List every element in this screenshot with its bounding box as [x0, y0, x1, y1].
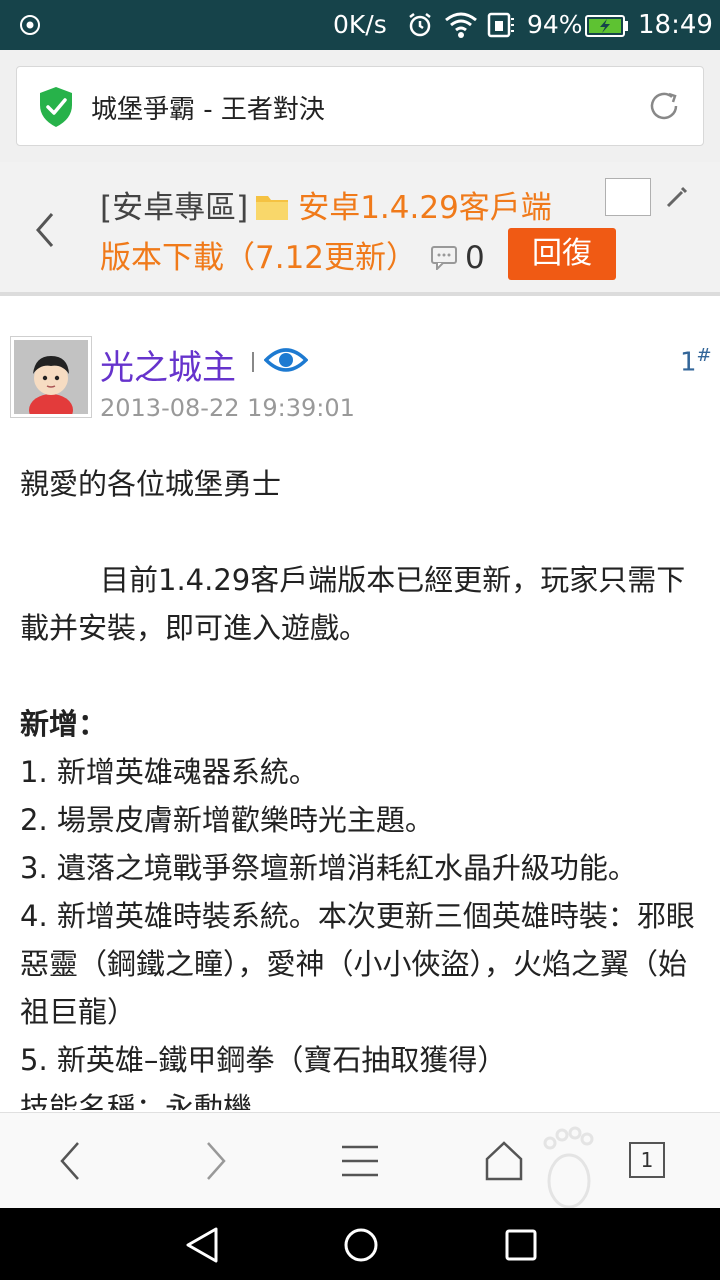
post-content: 親愛的各位城堡勇士 目前1.4.29客戶端版本已經更新，玩家只需下載并安裝，即可… [20, 460, 700, 1110]
browser-toolbar [0, 1112, 720, 1209]
nav-back-icon[interactable] [184, 1226, 220, 1264]
forward-icon[interactable] [200, 1139, 232, 1183]
battery-charging-icon [585, 15, 628, 37]
eye-icon[interactable] [264, 344, 308, 376]
list-item: 3. 遺落之境戰爭祭壇新增消耗紅水晶升級功能。 [20, 851, 637, 885]
list-item: 5. 新英雄–鐵甲鋼拳（寶石抽取獲得） [20, 1043, 507, 1077]
battery-percent: 94% [527, 10, 583, 39]
wifi-icon [445, 12, 477, 38]
footprint-watermark-icon [543, 1126, 594, 1209]
clock: 18:49 [638, 10, 713, 40]
separator [252, 352, 254, 372]
status-bar: 0K/s 94% 18:49 [0, 0, 720, 50]
nav-recents-icon[interactable] [504, 1226, 538, 1264]
network-speed: 0K/s [333, 10, 387, 39]
intro-text: 目前1.4.29客戶端版本已經更新，玩家只需下載并安裝，即可進入遊戲。 [20, 563, 686, 645]
folder-icon [256, 196, 289, 220]
shield-check-icon [40, 87, 72, 127]
pen-icon[interactable] [664, 184, 690, 210]
thread-title-part1: 安卓1.4.29客戶端 [298, 190, 552, 226]
tabs-icon[interactable]: 1 [629, 1142, 665, 1178]
greeting-text: 親愛的各位城堡勇士 [20, 467, 282, 501]
list-item: 技能名稱：永動機 [20, 1091, 253, 1110]
system-nav-bar [0, 1208, 720, 1280]
thread-title-part2: 版本下載（7.12更新） [100, 240, 418, 276]
author-name[interactable]: 光之城主 [100, 340, 236, 389]
alarm-icon [409, 13, 431, 37]
address-bar-area: 城堡爭霸 - 王者對決 [0, 50, 720, 162]
reply-count: 0 [465, 240, 485, 276]
section-title: 新增： [20, 707, 108, 741]
notification-icon [20, 15, 40, 35]
address-bar[interactable]: 城堡爭霸 - 王者對決 [16, 66, 704, 146]
avatar[interactable] [10, 336, 92, 418]
select-checkbox[interactable] [605, 178, 651, 216]
comment-icon [431, 246, 458, 270]
floor-number: 1# [680, 345, 712, 378]
reply-button[interactable]: 回復 [508, 228, 616, 280]
floor-suffix: # [696, 345, 712, 366]
page-title: 城堡爭霸 - 王者對決 [91, 95, 325, 125]
chevron-left-icon[interactable] [28, 208, 62, 252]
list-item: 1. 新增英雄魂器系統。 [20, 755, 318, 789]
user-avatar-icon [14, 340, 88, 414]
thread-header: [安卓專區] 安卓1.4.29客戶端 版本下載（7.12更新） 0 回復 [0, 162, 720, 296]
thread-tag[interactable]: [安卓專區] [100, 190, 248, 226]
nav-home-icon[interactable] [342, 1226, 380, 1264]
thread-title-line1: [安卓專區] 安卓1.4.29客戶端 [100, 182, 552, 227]
back-icon[interactable] [54, 1139, 86, 1183]
list-item: 2. 場景皮膚新增歡樂時光主題。 [20, 803, 434, 837]
menu-icon[interactable] [340, 1139, 380, 1183]
sim-icon [487, 12, 514, 38]
list-item: 4. 新增英雄時裝系統。本次更新三個英雄時裝：邪眼惡靈（鋼鐵之瞳），愛神（小小俠… [20, 899, 695, 1029]
thread-title-line2: 版本下載（7.12更新） 0 [100, 232, 485, 277]
home-icon[interactable] [484, 1139, 524, 1183]
floor-value: 1 [680, 347, 697, 378]
reload-icon[interactable] [645, 87, 683, 125]
post-date: 2013-08-22 19:39:01 [100, 394, 355, 422]
